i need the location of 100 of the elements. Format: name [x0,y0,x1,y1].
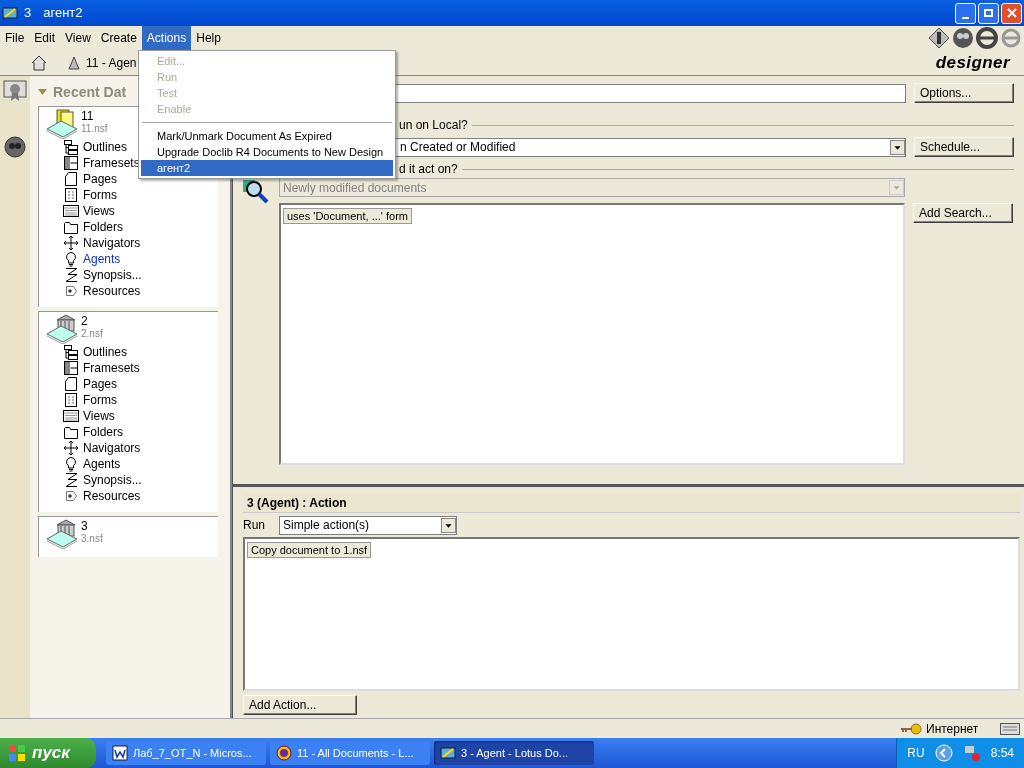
agent-icon [66,54,82,71]
design-element-item[interactable]: Synopsis... [83,266,142,284]
close-icon [1006,8,1017,18]
expand-triangle-icon[interactable] [38,89,47,95]
taskbar-button[interactable]: 11 - All Documents - L... [270,741,430,765]
design-element-item[interactable]: Outlines [83,138,128,156]
view-icon [63,408,79,424]
caret-icon [890,139,905,155]
run-label: Run [243,517,265,534]
group-label: un on Local? [399,117,468,134]
outline-icon [63,139,79,155]
design-element-item[interactable]: Agents [83,250,121,268]
design-element-item[interactable]: Navigators [83,234,141,252]
design-element-item[interactable]: Navigators [83,439,141,457]
database-library-icon [45,519,79,549]
add-search-button[interactable]: Add Search... [913,203,1013,223]
certificate-icon[interactable] [3,80,27,102]
caret-icon [441,517,456,533]
globe-icon [276,745,292,761]
zone-text: Интернет [926,720,980,738]
database-file: 11.nsf [81,123,108,135]
design-element-item[interactable]: Folders [83,218,123,236]
design-element-item[interactable]: Forms [83,391,117,409]
group-label: d it act on? [399,161,458,178]
restore-button[interactable] [978,2,999,24]
crosshair-icon [63,235,79,251]
designer-logo: designer [935,51,1010,74]
add-action-button[interactable]: Add Action... [243,695,357,715]
outline-icon [63,344,79,360]
zigzag-icon [63,472,79,488]
plus-tag-icon [63,488,79,504]
clock: 8:54 [990,745,1014,762]
close-button[interactable] [1001,2,1022,24]
design-element-item[interactable]: Views [83,202,115,220]
agent-tab[interactable]: 11 - Agen [66,53,137,72]
menu-option[interactable]: агент2 [141,160,393,176]
search-criteria-chip[interactable]: uses 'Document, ...' form [283,208,412,224]
menu-item[interactable]: Help [191,26,226,50]
form-icon [63,187,79,203]
window-title: агент2 [43,4,83,23]
design-element-item[interactable]: Forms [83,186,117,204]
database-stack-icon [45,109,79,139]
minimize-button[interactable] [955,2,976,24]
database-file: 3.nsf [81,533,103,545]
run-dropdown[interactable]: Simple action(s) [279,515,457,535]
people-icon [952,27,974,49]
frameset-icon [63,360,79,376]
plus-tag-icon [63,283,79,299]
keyboard-icon [1000,722,1020,735]
taskbar-button[interactable]: 3 - Agent - Lotus Do... [434,741,594,765]
database-file: 2.nsf [81,328,103,340]
database-library-icon [45,314,79,344]
lightbulb-icon [63,251,79,267]
menu-item[interactable]: Actions [141,26,192,50]
frameset-icon [63,155,79,171]
menu-item[interactable]: File [0,26,30,50]
database-name[interactable]: 3 [81,519,103,533]
document-w-icon [112,745,128,761]
menu-item[interactable]: View [60,26,96,50]
search-criteria-area[interactable]: uses 'Document, ...' form [279,203,905,465]
design-element-item[interactable]: Resources [83,282,141,300]
design-element-item[interactable]: Framesets [83,154,140,172]
chevron-left-icon[interactable] [934,744,953,762]
taskbar-button[interactable]: Лаб_7_OT_N - Micros... [106,741,266,765]
database-name[interactable]: 2 [81,314,103,328]
info-icon [928,27,950,49]
page-icon [63,171,79,187]
designer-icon [2,5,18,21]
form-icon [63,392,79,408]
page-icon [63,376,79,392]
people-icon[interactable] [4,136,26,158]
menu-item[interactable]: Edit [29,26,61,50]
window-title-fragment: 3 [24,4,32,23]
crosshair-icon [63,440,79,456]
design-element-item[interactable]: Framesets [83,359,140,377]
windows-flag-icon [8,744,26,762]
zigzag-icon [63,267,79,283]
design-element-item[interactable]: Pages [83,375,118,393]
key-icon [900,722,922,735]
options-button[interactable]: Options... [914,83,1014,103]
network-warning-icon[interactable] [962,744,981,762]
design-element-item[interactable]: Resources [83,487,141,505]
folder-icon [63,219,79,235]
schedule-button[interactable]: Schedule... [914,137,1014,157]
design-element-item[interactable]: Folders [83,423,123,441]
action-pane-title: 3 (Agent) : Action [247,494,347,512]
database-name[interactable]: 11 [81,109,108,123]
design-element-item[interactable]: Pages [83,170,118,188]
design-element-item[interactable]: Agents [83,455,121,473]
lightbulb-icon [63,456,79,472]
design-element-item[interactable]: Synopsis... [83,471,142,489]
design-element-item[interactable]: Outlines [83,343,128,361]
home-icon[interactable] [30,53,48,72]
menu-item[interactable]: Create [95,26,142,50]
caret-icon [889,180,904,195]
view-icon [63,203,79,219]
actions-area[interactable]: Copy document to 1.nsf [243,537,1020,691]
design-element-item[interactable]: Views [83,407,115,425]
navigator-title: Recent Dat [53,82,127,102]
action-chip[interactable]: Copy document to 1.nsf [247,542,372,558]
